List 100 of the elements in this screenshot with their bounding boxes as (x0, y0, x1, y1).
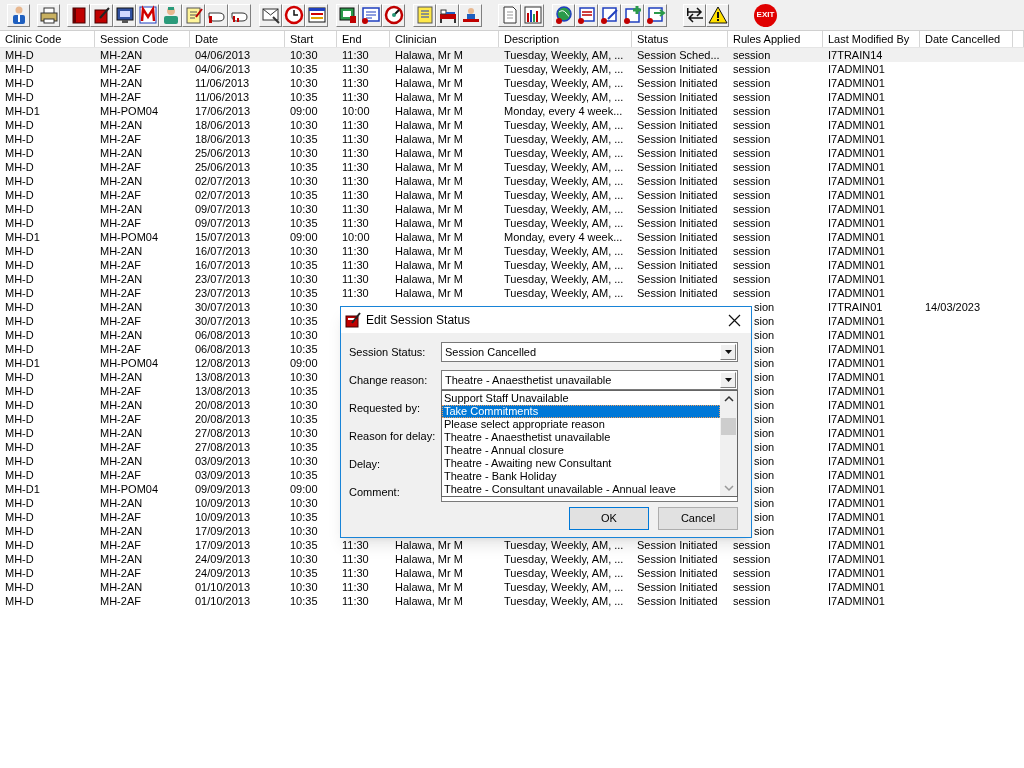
dropdown-option[interactable]: Theatre - Awaiting new Consultant (442, 457, 720, 470)
table-cell: MH-D (5, 371, 34, 383)
table-cell: 13/08/2013 (195, 385, 251, 397)
table-cell: MH-2AN (100, 427, 143, 439)
table-cell: MH-2AF (100, 413, 141, 425)
table-cell: 11:30 (342, 63, 369, 75)
reason-dropdown[interactable]: Theatre - Anaesthetist unavailable (441, 370, 738, 390)
toolbar-button[interactable] (521, 3, 544, 27)
dropdown-option[interactable]: Take Commitments (442, 405, 720, 418)
table-cell: MH-D1 (5, 231, 40, 243)
table-cell: 10:30 (290, 203, 318, 215)
table-cell: MH-2AN (100, 49, 143, 61)
column-header[interactable]: Start (285, 31, 337, 47)
field-label: Delay: (348, 456, 382, 472)
toolbar-button[interactable] (182, 3, 205, 27)
field-label: Comment: (348, 484, 401, 500)
table-cell: MH-D (5, 413, 34, 425)
table-cell: MH-D (5, 259, 34, 271)
table-cell: MH-D (5, 511, 34, 523)
dropdown-option[interactable]: Please select appropriate reason (442, 418, 720, 431)
table-cell: 10:35 (290, 539, 318, 551)
toolbar-button[interactable] (90, 3, 113, 27)
table-cell: Halawa, Mr M (395, 539, 463, 551)
toolbar-button[interactable] (552, 3, 575, 27)
column-header[interactable]: Description (499, 31, 632, 47)
toolbar-button[interactable] (359, 3, 382, 27)
table-cell: 02/07/2013 (195, 189, 251, 201)
table-cell: 10:35 (290, 161, 318, 173)
toolbar-button[interactable] (382, 3, 405, 27)
table-cell: MH-D (5, 441, 34, 453)
toolbar-button[interactable] (598, 3, 621, 27)
table-cell: 13/08/2013 (195, 371, 251, 383)
column-header[interactable]: Date (190, 31, 285, 47)
column-header[interactable]: End (337, 31, 390, 47)
table-cell: MH-D (5, 133, 34, 145)
patient-bed-icon (460, 5, 481, 25)
table-cell: 10/09/2013 (195, 497, 251, 509)
table-cell: I7ADMIN01 (828, 343, 885, 355)
column-header[interactable]: Clinic Code (0, 31, 95, 47)
toolbar-button[interactable] (113, 3, 136, 27)
toolbar-button[interactable] (282, 3, 305, 27)
exit-button[interactable]: EXIT (754, 3, 777, 27)
dropdown-button[interactable] (720, 344, 736, 360)
field-label: Reason for delay: (348, 428, 437, 444)
table-cell: sion (754, 371, 775, 383)
table-cell: MH-2AF (100, 189, 141, 201)
scrollbar[interactable] (720, 391, 737, 496)
dropdown-option[interactable]: Theatre - Bank Holiday (442, 470, 720, 483)
toolbar-button[interactable] (644, 3, 667, 27)
table-cell: MH-POM04 (100, 105, 159, 117)
dropdown-option[interactable]: Theatre - Consultant unavailable - Annual leave (442, 483, 720, 496)
table-cell: Halawa, Mr M (395, 217, 463, 229)
table-cell: 14/03/2023 (925, 301, 981, 313)
table-cell: 17/09/2013 (195, 539, 251, 551)
status-dropdown[interactable]: Session Cancelled (441, 342, 738, 362)
scrollbar-thumb[interactable] (721, 418, 736, 435)
column-header[interactable]: Date Cancelled (920, 31, 1013, 47)
toolbar-button[interactable] (575, 3, 598, 27)
table-cell: 11:30 (342, 77, 369, 89)
toolbar-button[interactable] (436, 3, 459, 27)
table-cell: I7ADMIN01 (828, 217, 885, 229)
column-header[interactable]: Rules Applied (728, 31, 823, 47)
table-cell: 04/06/2013 (195, 49, 251, 61)
table-cell: I7ADMIN01 (828, 119, 885, 131)
toolbar-button[interactable] (67, 3, 90, 27)
table-cell: sion (754, 385, 775, 397)
dropdown-option[interactable]: Theatre - Annual closure (442, 444, 720, 457)
dropdown-option[interactable]: Support Staff Unavailable (442, 392, 720, 405)
toolbar-button[interactable] (459, 3, 482, 27)
dialog-button[interactable]: Cancel (658, 507, 738, 530)
toolbar-button[interactable] (7, 3, 30, 27)
table-cell: MH-2AF (100, 343, 141, 355)
table-cell: Session Initiated (637, 581, 718, 593)
selected-row[interactable]: MH-D MH-2AN 04/06/2013 10:30 11:30 Halawa, Mr M Tuesday, Weekly, AM, ... Session Sched... session I7TRAIN14 (0, 48, 1024, 62)
toolbar-button[interactable] (259, 3, 282, 27)
toolbar-button[interactable] (336, 3, 359, 27)
dropdown-button[interactable] (720, 372, 736, 388)
toolbar-button[interactable] (621, 3, 644, 27)
dialog-button[interactable]: OK (569, 507, 649, 530)
table-cell: I7ADMIN01 (828, 91, 885, 103)
dropdown-option[interactable]: Theatre - Anaesthetist unavailable (442, 431, 720, 444)
table-cell: MH-2AF (100, 133, 141, 145)
table-cell: 10:35 (290, 441, 318, 453)
table-cell: I7ADMIN01 (828, 595, 885, 607)
toolbar-button[interactable] (706, 3, 729, 27)
checklist-icon (576, 5, 597, 25)
table-cell: 10:35 (290, 91, 318, 103)
table-cell: I7ADMIN01 (828, 133, 885, 145)
table-cell: MH-D (5, 77, 34, 89)
table-cell: session (733, 595, 771, 607)
toolbar-button[interactable] (305, 3, 328, 27)
table-cell: MH-D (5, 203, 34, 215)
column-header[interactable]: Session Code (95, 31, 190, 47)
column-header[interactable]: Clinician (390, 31, 499, 47)
table-cell: MH-D (5, 539, 34, 551)
column-header[interactable]: Status (632, 31, 728, 47)
column-header[interactable]: Last Modified By (823, 31, 920, 47)
table-cell: Session Initiated (637, 539, 718, 551)
toolbar-button[interactable] (683, 3, 706, 27)
table-cell: I7ADMIN01 (828, 469, 885, 481)
